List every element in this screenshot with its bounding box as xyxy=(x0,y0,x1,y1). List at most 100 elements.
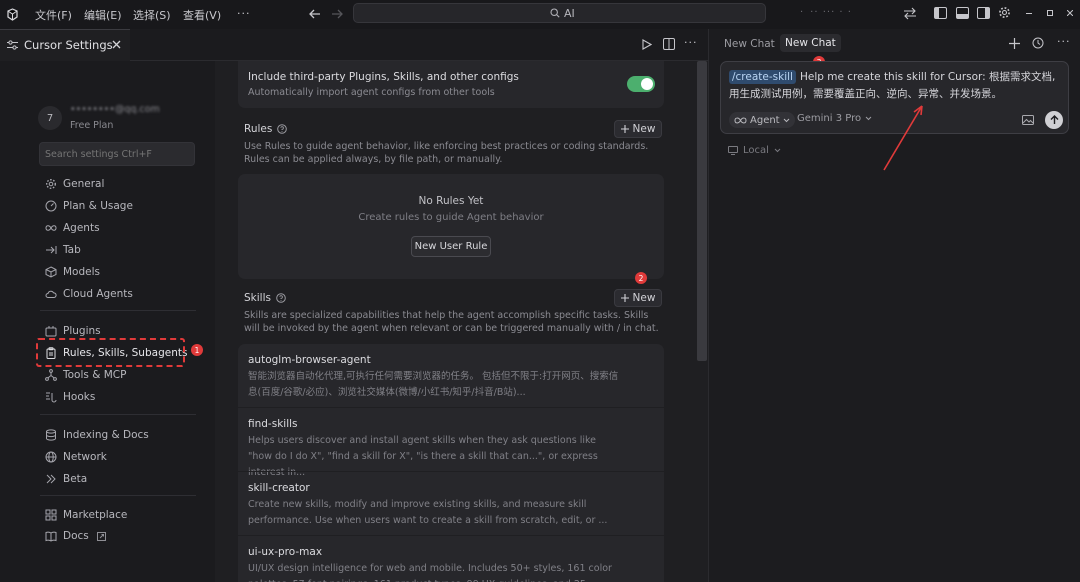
menu-edit[interactable]: 编辑(E) xyxy=(84,7,122,23)
image-attach-icon[interactable] xyxy=(1022,115,1034,125)
split-editor-icon[interactable] xyxy=(663,38,675,50)
window-maximize-icon[interactable] xyxy=(1047,10,1053,16)
toggle-knob xyxy=(641,78,653,90)
plus-icon[interactable] xyxy=(1009,38,1020,49)
gauge-icon xyxy=(45,200,57,212)
menu-file[interactable]: 文件(F) xyxy=(35,7,72,23)
annotation-highlight-box xyxy=(36,338,185,367)
model-selector[interactable]: Gemini 3 Pro xyxy=(797,113,872,124)
external-link-icon xyxy=(96,531,106,541)
plus-icon xyxy=(620,294,629,302)
toggle-secondary-sidebar-icon[interactable] xyxy=(977,7,990,19)
help-circle-icon[interactable] xyxy=(277,124,288,134)
sidebar-item-plan-usage[interactable]: Plan & Usage xyxy=(45,197,133,215)
new-rule-button[interactable]: New xyxy=(614,120,662,138)
skills-list: autoglm-browser-agent 智能浏览器自动化代理,可执行任何需要… xyxy=(238,344,664,582)
toggle-panel-icon[interactable] xyxy=(956,7,969,19)
settings-scrollbar[interactable] xyxy=(697,61,707,361)
editor-tab-bar: Cursor Settings ··· xyxy=(0,29,708,61)
chat-tab-2-active[interactable]: New Chat xyxy=(780,34,841,52)
run-play-icon[interactable] xyxy=(642,39,652,50)
window-close-icon[interactable] xyxy=(1067,10,1073,16)
tab-title: Cursor Settings xyxy=(24,38,113,52)
composer-text[interactable]: /create-skill Help me create this skill f… xyxy=(729,69,1059,103)
skills-title: Skills xyxy=(244,292,271,304)
arrow-up-icon xyxy=(1050,115,1058,124)
model-label: Gemini 3 Pro xyxy=(797,113,862,124)
menu-selection[interactable]: 选择(S) xyxy=(133,7,171,23)
menu-more-button[interactable]: ··· xyxy=(237,7,251,20)
new-skill-label: New xyxy=(632,292,656,304)
tab-cursor-settings[interactable]: Cursor Settings xyxy=(0,29,130,61)
sidebar-item-beta[interactable]: Beta xyxy=(45,470,87,488)
location-label: Local xyxy=(743,145,769,156)
arrow-left-icon[interactable] xyxy=(308,8,321,20)
list-item[interactable]: autoglm-browser-agent 智能浏览器自动化代理,可执行任何需要… xyxy=(238,344,664,407)
infinity-icon xyxy=(734,117,747,123)
rules-title: Rules xyxy=(244,123,273,135)
rules-empty-card: No Rules Yet Create rules to guide Agent… xyxy=(238,174,664,279)
list-item[interactable]: skill-creator Create new skills, modify … xyxy=(238,472,664,535)
list-item[interactable]: ui-ux-pro-max UI/UX design intelligence … xyxy=(238,536,664,582)
sidebar-item-models[interactable]: Models xyxy=(45,263,100,281)
skill-desc: Create new skills, modify and improve ex… xyxy=(248,499,608,526)
plus-icon xyxy=(620,125,629,133)
sidebar-item-tools-mcp[interactable]: Tools & MCP xyxy=(45,366,126,384)
history-clock-icon[interactable] xyxy=(1032,37,1044,49)
sidebar-item-cloud-agents[interactable]: Cloud Agents xyxy=(45,285,133,303)
chevron-down-icon xyxy=(774,148,781,153)
send-button[interactable] xyxy=(1045,111,1063,129)
sidebar-item-agents[interactable]: Agents xyxy=(45,219,100,237)
third-party-title: Include third-party Plugins, Skills, and… xyxy=(248,71,519,83)
sidebar-item-network[interactable]: Network xyxy=(45,448,107,466)
help-circle-icon[interactable] xyxy=(276,293,286,303)
skill-name: ui-ux-pro-max xyxy=(248,546,323,558)
menu-view[interactable]: 查看(V) xyxy=(183,7,221,23)
new-user-rule-button[interactable]: New User Rule xyxy=(411,236,491,257)
swap-arrows-icon[interactable] xyxy=(903,7,917,20)
new-skill-button[interactable]: New xyxy=(614,289,662,307)
editor-more-button[interactable]: ··· xyxy=(684,36,698,49)
command-search-bar[interactable]: AI xyxy=(353,3,766,23)
rules-description: Use Rules to guide agent behavior, like … xyxy=(244,141,649,165)
sidebar-divider xyxy=(40,414,196,415)
sidebar-item-indexing-docs[interactable]: Indexing & Docs xyxy=(45,426,149,444)
sidebar-item-marketplace[interactable]: Marketplace xyxy=(45,506,127,524)
annotation-badge-1: 1 xyxy=(191,344,203,356)
list-item[interactable]: find-skills Helps users discover and ins… xyxy=(238,408,664,478)
location-selector[interactable]: Local xyxy=(728,145,781,156)
settings-sidebar: 7 ••••••••@qq.com Free Plan General Plan… xyxy=(0,61,215,582)
sidebar-item-label: Hooks xyxy=(63,391,96,403)
network-nodes-icon xyxy=(45,369,57,381)
settings-search-input[interactable] xyxy=(39,142,195,166)
sidebar-item-hooks[interactable]: Hooks xyxy=(45,388,95,406)
database-icon xyxy=(46,429,56,441)
account-name-blurred: · ·· ··· · · xyxy=(800,7,852,18)
arrow-right-icon[interactable] xyxy=(331,8,344,20)
book-icon xyxy=(45,531,57,542)
sidebar-item-tab[interactable]: Tab xyxy=(45,241,81,259)
slash-command-chip[interactable]: /create-skill xyxy=(729,70,796,84)
chat-more-button[interactable]: ··· xyxy=(1057,35,1071,48)
sidebar-item-docs[interactable]: Docs xyxy=(45,527,106,545)
sidebar-item-label: Tab xyxy=(63,244,81,256)
sidebar-item-label: Models xyxy=(63,266,100,278)
toggle-primary-sidebar-icon[interactable] xyxy=(934,7,947,19)
sidebar-item-label: Tools & MCP xyxy=(63,369,127,381)
annotation-badge-2: 2 xyxy=(635,272,647,284)
globe-icon xyxy=(45,451,57,463)
sidebar-item-label: Plan & Usage xyxy=(63,200,133,212)
skill-name: autoglm-browser-agent xyxy=(248,354,371,366)
window-minimize-icon[interactable] xyxy=(1026,13,1032,15)
chat-tab-1[interactable]: New Chat xyxy=(724,38,775,50)
mode-selector[interactable]: Agent xyxy=(729,112,795,128)
gear-icon[interactable] xyxy=(998,6,1011,19)
new-rule-label: New xyxy=(632,123,656,135)
sidebar-item-general[interactable]: General xyxy=(45,175,104,193)
sidebar-item-label: Cloud Agents xyxy=(63,288,133,300)
chevron-down-icon xyxy=(865,116,872,121)
close-icon[interactable] xyxy=(112,40,121,49)
third-party-toggle[interactable] xyxy=(627,76,655,92)
sidebar-item-label: Network xyxy=(63,451,107,463)
hooks-list-icon xyxy=(46,392,57,403)
